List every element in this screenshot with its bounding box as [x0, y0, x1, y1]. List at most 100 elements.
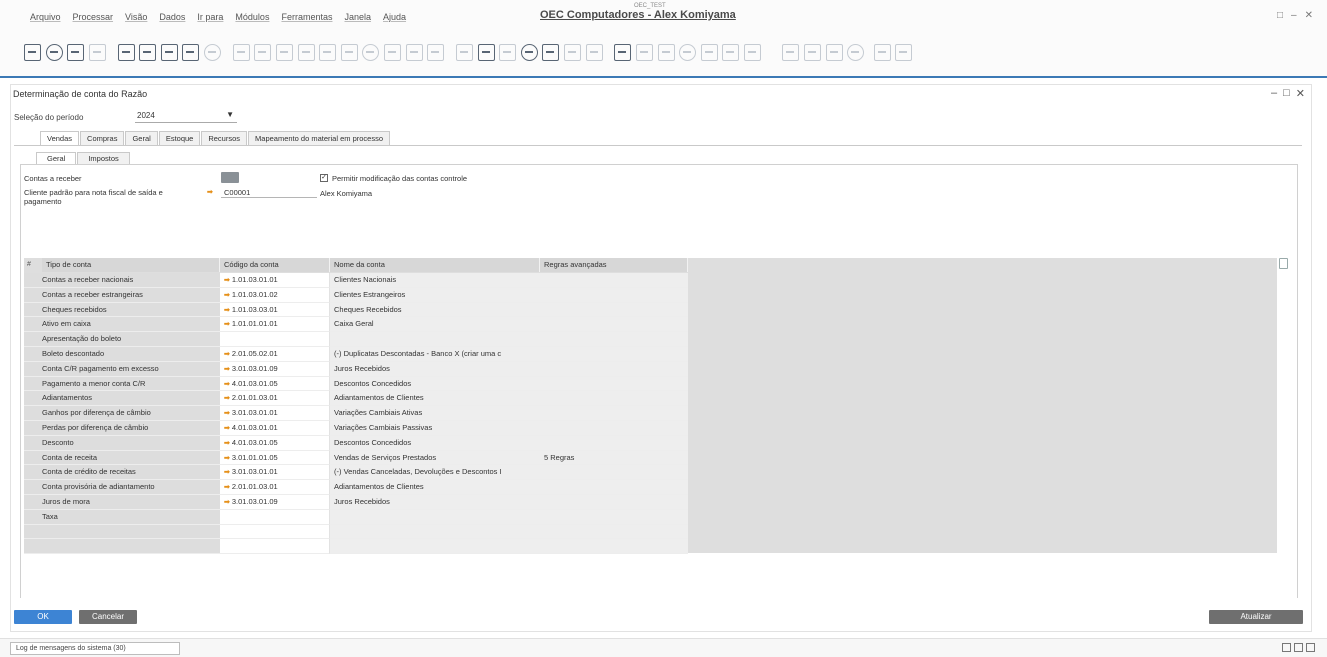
tab-2[interactable]: Geral [125, 131, 158, 145]
form-icon[interactable] [24, 44, 41, 61]
dashboard-icon[interactable] [722, 44, 740, 61]
menu-item[interactable]: Janela [344, 12, 371, 22]
help-icon[interactable] [895, 44, 913, 61]
journal-icon[interactable] [499, 44, 517, 61]
grid-header-type[interactable]: Tipo de conta [42, 258, 220, 272]
doc-minimize-icon[interactable]: – [1271, 87, 1277, 100]
cell-account-code[interactable]: ➡ 1.01.03.01.01 [220, 273, 330, 288]
tab-5[interactable]: Mapeamento do material em processo [248, 131, 391, 145]
find-icon[interactable] [254, 44, 272, 61]
paste-icon[interactable] [585, 44, 603, 61]
next-icon[interactable] [340, 44, 358, 61]
link-arrow-icon[interactable]: ➡ [224, 425, 232, 432]
addon-icon[interactable] [825, 44, 843, 61]
table-row[interactable]: Apresentação do boleto [24, 332, 688, 347]
preview-icon[interactable] [67, 44, 85, 61]
cell-account-code[interactable]: ➡ 1.01.01.01.01 [220, 317, 330, 333]
base-doc-icon[interactable] [456, 44, 473, 61]
menu-item[interactable]: Arquivo [30, 12, 61, 22]
cell-account-code[interactable]: ➡ 3.01.03.01.09 [220, 361, 330, 377]
menu-item[interactable]: Dados [159, 12, 185, 22]
link-arrow-icon[interactable]: ➡ [224, 410, 232, 417]
target-doc-icon[interactable] [477, 44, 495, 61]
move-icon[interactable] [204, 44, 221, 61]
cell-account-code[interactable] [220, 332, 330, 347]
table-row[interactable]: Conta de receita ➡ 3.01.01.01.05 Vendas de… [24, 450, 688, 466]
table-row[interactable]: Perdas por diferença de câmbio ➡ 4.01.03.… [24, 421, 688, 436]
tab-3[interactable]: Estoque [158, 131, 201, 145]
cell-advanced-rules[interactable] [540, 524, 688, 540]
link-arrow-icon[interactable]: ➡ [224, 499, 232, 506]
link-arrow-icon[interactable]: ➡ [224, 277, 232, 284]
cell-account-code[interactable]: ➡ 1.01.03.03.01 [220, 302, 330, 318]
cell-account-code[interactable]: ➡ 2.01.05.02.01 [220, 347, 330, 362]
link-arrow-icon[interactable]: ➡ [224, 381, 232, 388]
link-arrow-icon[interactable]: ➡ [224, 440, 232, 447]
table-row[interactable]: Cheques recebidos ➡ 1.01.03.03.01 Cheques … [24, 302, 688, 318]
menu-item[interactable]: Módulos [235, 12, 269, 22]
cell-advanced-rules[interactable] [540, 480, 688, 495]
cell-advanced-rules[interactable] [540, 273, 688, 288]
table-row[interactable]: Conta provisória de adiantamento ➡ 2.01.0… [24, 480, 688, 495]
prev-icon[interactable] [319, 44, 337, 61]
link-arrow-icon[interactable]: ➡ [224, 366, 232, 373]
grid-settings-icon[interactable] [1279, 258, 1288, 269]
sort-icon[interactable] [427, 44, 445, 61]
menu-item[interactable]: Ir para [197, 12, 223, 22]
allow-change-checkbox[interactable]: ✓ [320, 174, 328, 182]
table-row[interactable]: Desconto ➡ 4.01.03.01.05 Descontos Concedi… [24, 435, 688, 451]
cell-account-code[interactable]: ➡ 2.01.01.03.01 [220, 480, 330, 495]
msg-icon[interactable] [679, 44, 697, 61]
cell-advanced-rules[interactable] [540, 302, 688, 318]
settings-icon[interactable] [804, 44, 821, 61]
cancel-button[interactable]: Cancelar [79, 610, 137, 624]
query-icon[interactable] [636, 44, 653, 61]
cell-advanced-rules[interactable] [540, 361, 688, 377]
system-log-tab[interactable]: Log de mensagens do sistema (30) [10, 642, 180, 655]
link-arrow-icon[interactable]: ➡ [224, 484, 232, 491]
link-arrow-icon[interactable]: ➡ [224, 455, 232, 462]
status-icon-1[interactable] [1282, 643, 1291, 652]
cell-advanced-rules[interactable] [540, 509, 688, 525]
update-button[interactable]: Atualizar [1209, 610, 1303, 624]
cell-account-code[interactable] [220, 539, 330, 555]
cell-account-code[interactable]: ➡ 3.01.03.01.09 [220, 495, 330, 510]
image-icon[interactable] [847, 44, 865, 61]
cell-advanced-rules[interactable] [540, 435, 688, 451]
cell-account-code[interactable]: ➡ 4.01.03.01.05 [220, 435, 330, 451]
report-icon[interactable] [657, 44, 675, 61]
cell-advanced-rules[interactable] [540, 376, 688, 392]
cell-advanced-rules[interactable]: 5 Regras [540, 450, 688, 466]
control-accounts-button[interactable] [221, 172, 239, 183]
table-row[interactable]: Adiantamentos ➡ 2.01.01.03.01 Adiantamento… [24, 391, 688, 407]
close-icon[interactable]: ✕ [1305, 10, 1313, 21]
minimize-icon[interactable]: – [1291, 10, 1297, 21]
calendar-icon[interactable] [232, 44, 250, 61]
table-row[interactable] [24, 524, 688, 540]
link-arrow-icon[interactable]: ➡ [224, 469, 232, 476]
calc-icon[interactable] [700, 44, 718, 61]
cell-advanced-rules[interactable] [540, 347, 688, 362]
default-customer-code-field[interactable]: C00001 [221, 188, 317, 198]
ok-button[interactable]: OK [14, 610, 72, 624]
subtab-0[interactable]: Geral [36, 152, 77, 164]
status-icon-2[interactable] [1294, 643, 1303, 652]
chevron-down-icon[interactable]: ▼ [226, 110, 234, 119]
cell-account-code[interactable]: ➡ 4.01.03.01.01 [220, 421, 330, 436]
cell-account-code[interactable]: ➡ 1.01.03.01.02 [220, 287, 330, 303]
cell-advanced-rules[interactable] [540, 539, 688, 555]
table-row[interactable]: Contas a receber estrangeiras ➡ 1.01.03.0… [24, 287, 688, 303]
link-arrow-icon[interactable]: ➡ [207, 188, 213, 196]
tab-4[interactable]: Recursos [201, 131, 248, 145]
link-arrow-icon[interactable]: ➡ [224, 321, 232, 328]
table-row[interactable]: Boleto descontado ➡ 2.01.05.02.01 (-) Dupl… [24, 347, 688, 362]
email-icon[interactable] [88, 44, 106, 61]
tab-0[interactable]: Vendas [40, 131, 80, 145]
grid-header-code[interactable]: Código da conta [220, 258, 330, 272]
cell-account-code[interactable]: ➡ 4.01.03.01.05 [220, 376, 330, 392]
web-icon[interactable] [117, 44, 135, 61]
cell-advanced-rules[interactable] [540, 421, 688, 436]
doc-maximize-icon[interactable]: □ [1283, 87, 1290, 100]
last-icon[interactable] [362, 44, 380, 61]
edit-icon[interactable] [873, 44, 891, 61]
